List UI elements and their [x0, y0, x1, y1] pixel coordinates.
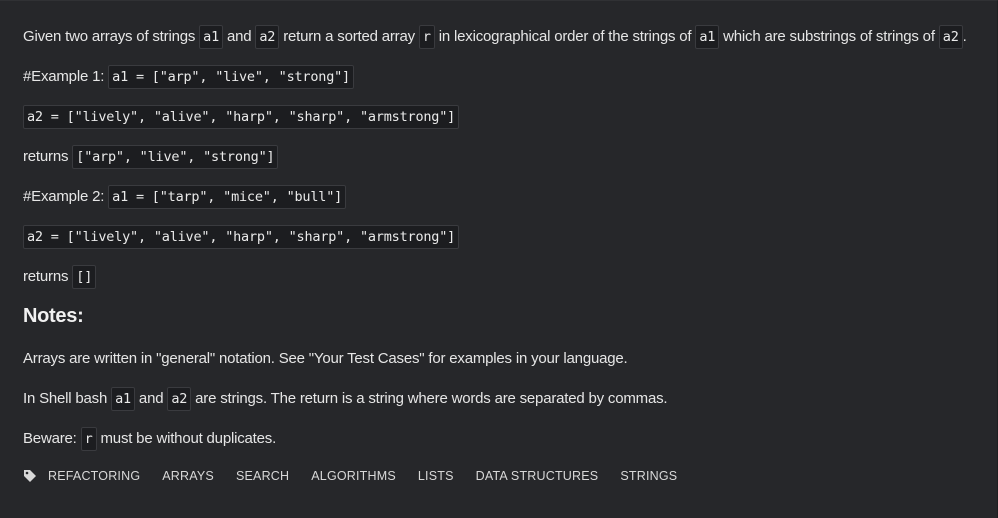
intro-text: which are substrings of strings of: [719, 28, 939, 45]
intro-text: Given two arrays of strings: [23, 28, 200, 45]
inline-code: a2: [255, 25, 280, 49]
inline-code: a2: [938, 25, 963, 49]
tag-strings[interactable]: STRINGS: [620, 469, 677, 483]
returns-label: returns: [23, 268, 73, 285]
intro-text: and: [223, 28, 256, 45]
tag-list: REFACTORING ARRAYS SEARCH ALGORITHMS LIS…: [23, 467, 699, 485]
inline-code: []: [72, 265, 97, 289]
inline-code: r: [418, 25, 435, 49]
notes-line-2: In Shell bash a1 and a2 are strings. The…: [23, 387, 668, 411]
tag-arrays[interactable]: ARRAYS: [162, 469, 214, 483]
inline-code: a1: [199, 25, 223, 49]
example2-returns-line: returns []: [23, 265, 97, 289]
example2-a1-line: #Example 2: a1 = ["tarp", "mice", "bull"…: [23, 185, 347, 209]
inline-code: r: [80, 427, 97, 451]
intro-text: .: [962, 28, 967, 45]
notes-heading: Notes:: [23, 305, 84, 327]
inline-code: a1: [695, 25, 720, 49]
example1-a2-line: a2 = ["lively", "alive", "harp", "sharp"…: [23, 105, 460, 129]
example2-a2-line: a2 = ["lively", "alive", "harp", "sharp"…: [23, 225, 460, 249]
notes-text: are strings. The return is a string wher…: [191, 390, 668, 407]
notes-line-3: Beware: r must be without duplicates.: [23, 427, 276, 451]
intro-text: return a sorted array: [279, 28, 419, 45]
tag-data-structures[interactable]: DATA STRUCTURES: [476, 469, 599, 483]
tag-icon: [24, 470, 36, 482]
kata-description-panel: Given two arrays of strings a1 and a2 re…: [0, 0, 998, 518]
example1-a1-line: #Example 1: a1 = ["arp", "live", "strong…: [23, 65, 354, 89]
inline-code: a1: [111, 387, 135, 411]
inline-code: a2 = ["lively", "alive", "harp", "sharp"…: [23, 105, 460, 129]
inline-code: a2: [167, 387, 192, 411]
intro-text: in lexicographical order of the strings …: [434, 28, 696, 45]
inline-code: ["arp", "live", "strong"]: [72, 145, 279, 169]
example-label: #Example 1:: [23, 68, 109, 85]
tag-lists[interactable]: LISTS: [418, 469, 454, 483]
intro-paragraph: Given two arrays of strings a1 and a2 re…: [23, 25, 967, 49]
tag-refactoring[interactable]: REFACTORING: [48, 469, 140, 483]
example1-returns-line: returns ["arp", "live", "strong"]: [23, 145, 279, 169]
notes-text: must be without duplicates.: [96, 430, 277, 447]
notes-text: and: [134, 390, 168, 407]
inline-code: a1 = ["tarp", "mice", "bull"]: [108, 185, 347, 209]
inline-code: a1 = ["arp", "live", "strong"]: [108, 65, 354, 89]
inline-code: a2 = ["lively", "alive", "harp", "sharp"…: [23, 225, 460, 249]
notes-text: Beware:: [23, 430, 81, 447]
notes-text: In Shell bash: [23, 390, 112, 407]
notes-line-1: Arrays are written in "general" notation…: [23, 350, 628, 367]
returns-label: returns: [23, 148, 73, 165]
tag-search[interactable]: SEARCH: [236, 469, 289, 483]
example-label: #Example 2:: [23, 188, 109, 205]
tag-algorithms[interactable]: ALGORITHMS: [311, 469, 396, 483]
